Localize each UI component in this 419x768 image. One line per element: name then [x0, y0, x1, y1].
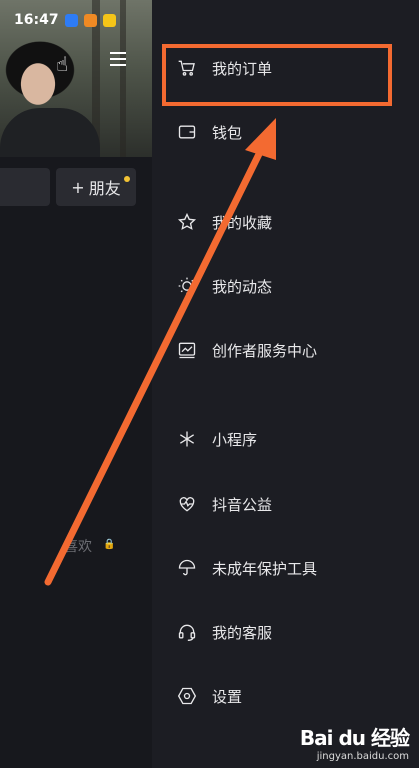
watermark-logo: Bai du 经验: [299, 726, 410, 750]
annotation-arrow: [44, 118, 276, 586]
baidu-jingyan-watermark: Bai du 经验 jingyan.baidu.com: [299, 722, 410, 762]
watermark-url: jingyan.baidu.com: [316, 751, 409, 762]
